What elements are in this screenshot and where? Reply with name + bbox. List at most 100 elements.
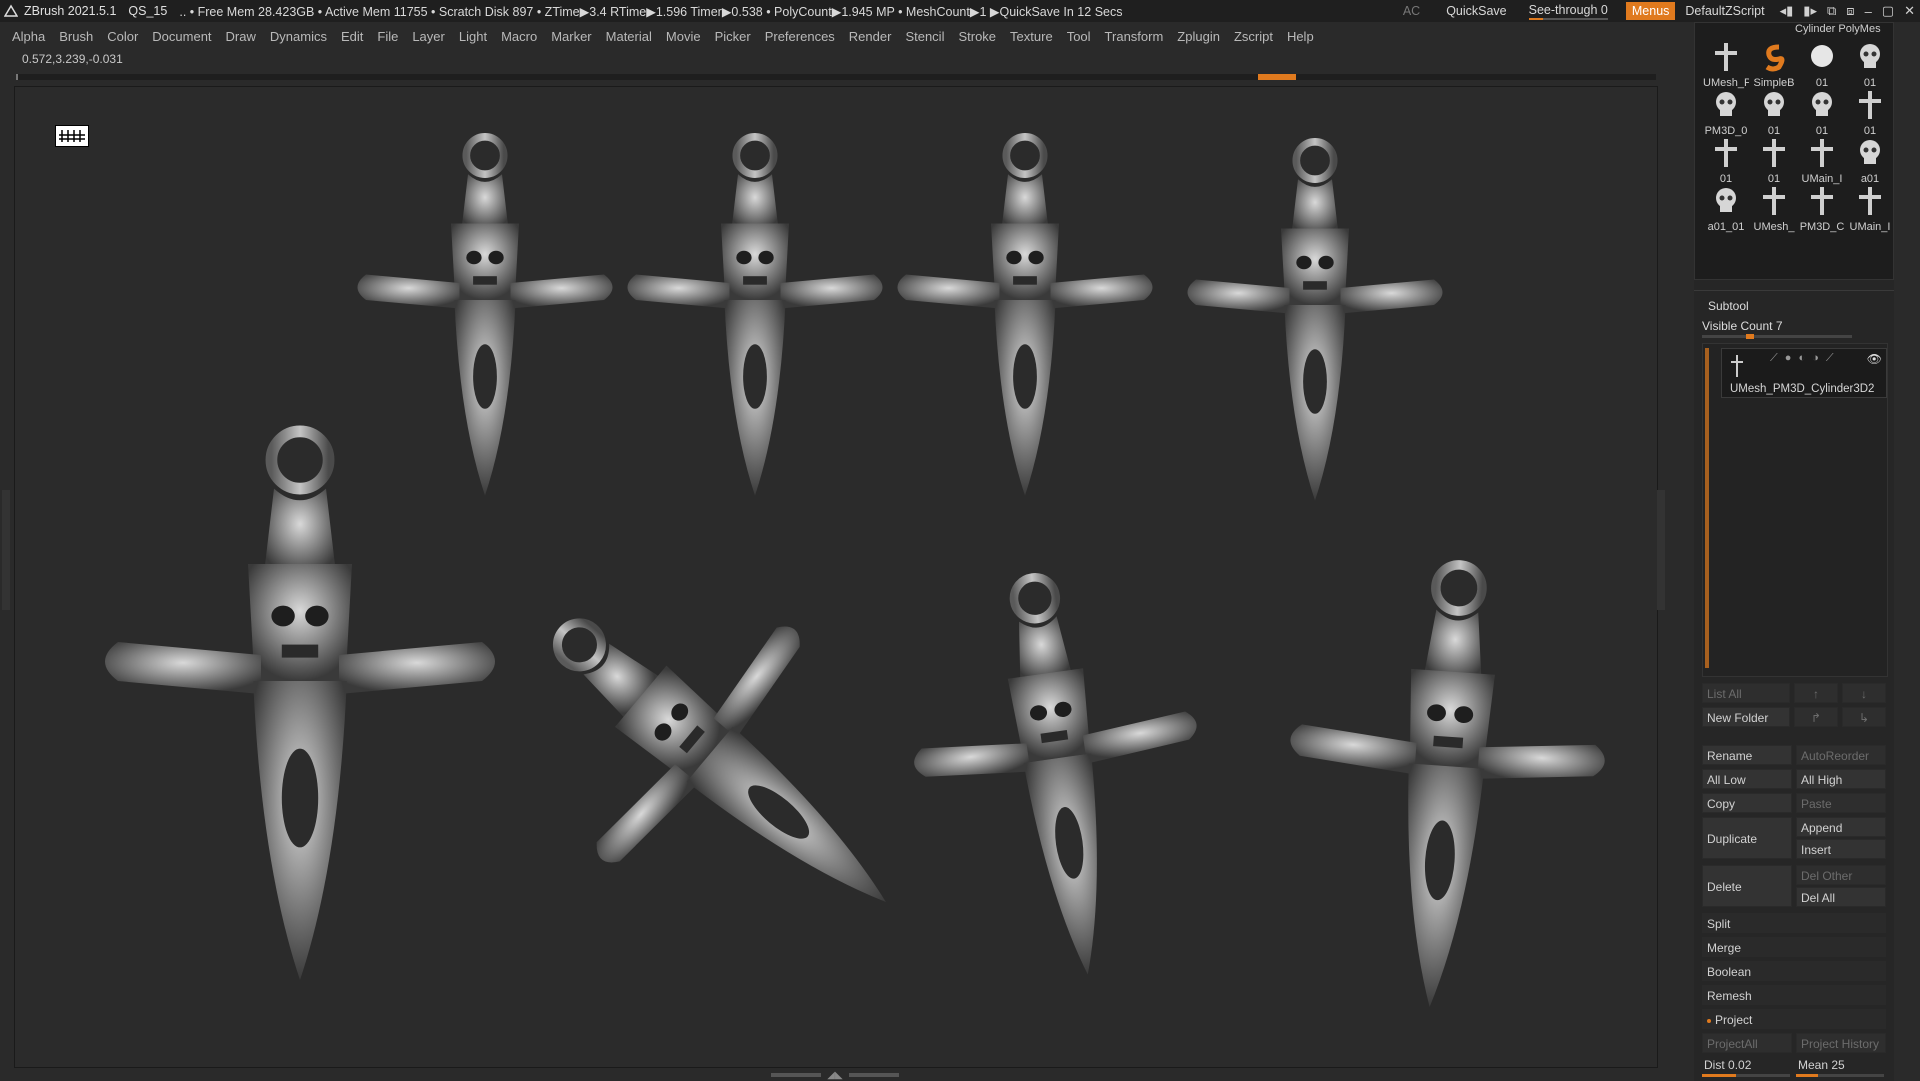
insert-button[interactable]: Insert: [1796, 839, 1886, 859]
folder-in-icon[interactable]: ↱: [1794, 707, 1838, 727]
tool-tile[interactable]: UMain_I: [1799, 137, 1845, 185]
cross-model-5[interactable]: [105, 431, 495, 980]
tool-tile[interactable]: 01: [1799, 41, 1845, 89]
tool-tile[interactable]: 01: [1847, 89, 1893, 137]
menu-texture[interactable]: Texture: [1010, 29, 1053, 44]
menu-color[interactable]: Color: [107, 29, 138, 44]
menu-edit[interactable]: Edit: [341, 29, 363, 44]
tool-tile[interactable]: 01: [1751, 89, 1797, 137]
menu-brush[interactable]: Brush: [59, 29, 93, 44]
visibility-eye-icon[interactable]: 👁: [1867, 352, 1882, 366]
tool-tile[interactable]: a01_01: [1703, 185, 1749, 233]
menu-layer[interactable]: Layer: [412, 29, 445, 44]
menu-marker[interactable]: Marker: [551, 29, 591, 44]
list-all-button[interactable]: List All: [1702, 683, 1790, 703]
rename-button[interactable]: Rename: [1702, 745, 1792, 765]
timeline-slider[interactable]: [16, 74, 1656, 80]
tool-tile[interactable]: UMesh_: [1751, 185, 1797, 233]
all-high-button[interactable]: All High: [1796, 769, 1886, 789]
cross-model-2[interactable]: [628, 137, 883, 496]
subtool-toggles[interactable]: ⟋ ● ◐ ◑ ⟋: [1770, 352, 1836, 365]
menu-tool[interactable]: Tool: [1067, 29, 1091, 44]
tool-tile[interactable]: UMain_I: [1847, 185, 1893, 233]
all-low-button[interactable]: All Low: [1702, 769, 1792, 789]
minimize-icon[interactable]: –: [1865, 4, 1872, 19]
popup-icon[interactable]: ⧈: [1846, 3, 1854, 19]
tool-tile[interactable]: 01: [1703, 137, 1749, 185]
cross-model-3[interactable]: [898, 137, 1153, 496]
tool-tile[interactable]: 01: [1751, 137, 1797, 185]
cross-model-6[interactable]: [466, 516, 982, 1017]
menu-movie[interactable]: Movie: [666, 29, 701, 44]
quicksave-button[interactable]: QuickSave: [1446, 4, 1506, 18]
mean-slider[interactable]: [1796, 1074, 1884, 1077]
tool-tile[interactable]: UMesh_PM3D_C: [1703, 41, 1749, 89]
menu-light[interactable]: Light: [459, 29, 487, 44]
bottom-tray-handle[interactable]: ◢◣: [770, 1070, 900, 1081]
menu-file[interactable]: File: [377, 29, 398, 44]
document-canvas[interactable]: [14, 86, 1658, 1068]
tool-tile[interactable]: PM3D_0: [1703, 89, 1749, 137]
tray-icon[interactable]: ⧉: [1827, 3, 1836, 19]
auto-reorder-button[interactable]: AutoReorder: [1796, 745, 1886, 765]
del-all-button[interactable]: Del All: [1796, 887, 1886, 907]
mean-slider-label[interactable]: Mean 25: [1798, 1058, 1845, 1072]
cross-model-8[interactable]: [1273, 554, 1618, 1018]
dist-slider-label[interactable]: Dist 0.02: [1704, 1058, 1751, 1072]
dist-slider[interactable]: [1702, 1074, 1790, 1077]
cross-model-1[interactable]: [358, 137, 613, 496]
sculpt-viewport[interactable]: [15, 87, 1657, 1067]
move-down-icon[interactable]: ↓: [1842, 683, 1886, 703]
menu-zplugin[interactable]: Zplugin: [1177, 29, 1220, 44]
menu-macro[interactable]: Macro: [501, 29, 537, 44]
split-menu[interactable]: Split: [1702, 913, 1886, 933]
menu-draw[interactable]: Draw: [226, 29, 256, 44]
append-button[interactable]: Append: [1796, 817, 1886, 837]
menus-button[interactable]: Menus: [1625, 2, 1676, 20]
ac-toggle[interactable]: AC: [1403, 4, 1420, 18]
layout-right-icon[interactable]: ▮▸: [1803, 3, 1817, 19]
menu-render[interactable]: Render: [849, 29, 892, 44]
menu-alpha[interactable]: Alpha: [12, 29, 45, 44]
folder-out-icon[interactable]: ↳: [1842, 707, 1886, 727]
menu-material[interactable]: Material: [606, 29, 652, 44]
menu-document[interactable]: Document: [152, 29, 211, 44]
del-other-button[interactable]: Del Other: [1796, 865, 1886, 885]
menu-dynamics[interactable]: Dynamics: [270, 29, 327, 44]
maximize-icon[interactable]: ▢: [1882, 3, 1894, 19]
layout-left-icon[interactable]: ◂▮: [1780, 3, 1794, 19]
remesh-menu[interactable]: Remesh: [1702, 985, 1886, 1005]
tool-tile[interactable]: 01: [1799, 89, 1845, 137]
tool-tile[interactable]: SimpleB: [1751, 41, 1797, 89]
visible-count-slider[interactable]: [1702, 334, 1852, 339]
subtool-item[interactable]: ⟋ ● ◐ ◑ ⟋ 👁 UMesh_PM3D_Cylinder3D2: [1721, 348, 1887, 398]
right-tray-handle[interactable]: [1657, 490, 1665, 610]
tool-tile[interactable]: PM3D_C: [1799, 185, 1845, 233]
project-menu[interactable]: Project: [1702, 1009, 1886, 1029]
move-up-icon[interactable]: ↑: [1794, 683, 1838, 703]
menu-stencil[interactable]: Stencil: [905, 29, 944, 44]
paste-button[interactable]: Paste: [1796, 793, 1886, 813]
menu-transform[interactable]: Transform: [1105, 29, 1164, 44]
copy-button[interactable]: Copy: [1702, 793, 1792, 813]
cross-model-4[interactable]: [1188, 142, 1443, 501]
boolean-menu[interactable]: Boolean: [1702, 961, 1886, 981]
default-zscript-button[interactable]: DefaultZScript: [1685, 4, 1764, 18]
menu-stroke[interactable]: Stroke: [958, 29, 996, 44]
project-all-button[interactable]: ProjectAll: [1702, 1033, 1792, 1053]
menu-zscript[interactable]: Zscript: [1234, 29, 1273, 44]
tool-tile[interactable]: 01: [1847, 41, 1893, 89]
merge-menu[interactable]: Merge: [1702, 937, 1886, 957]
timeline-knob[interactable]: [1258, 74, 1296, 80]
left-tray-handle[interactable]: [2, 490, 10, 610]
subtool-list-scrollbar[interactable]: [1705, 348, 1709, 668]
delete-button[interactable]: Delete: [1702, 865, 1792, 907]
subtool-list[interactable]: ⟋ ● ◐ ◑ ⟋ 👁 UMesh_PM3D_Cylinder3D2: [1702, 343, 1888, 677]
menu-preferences[interactable]: Preferences: [765, 29, 835, 44]
close-icon[interactable]: ✕: [1904, 3, 1915, 19]
tool-tile[interactable]: a01: [1847, 137, 1893, 185]
see-through-slider[interactable]: See-through 0: [1528, 3, 1608, 20]
cross-model-7[interactable]: [891, 558, 1229, 995]
project-history-button[interactable]: Project History: [1796, 1033, 1886, 1053]
duplicate-button[interactable]: Duplicate: [1702, 817, 1792, 859]
